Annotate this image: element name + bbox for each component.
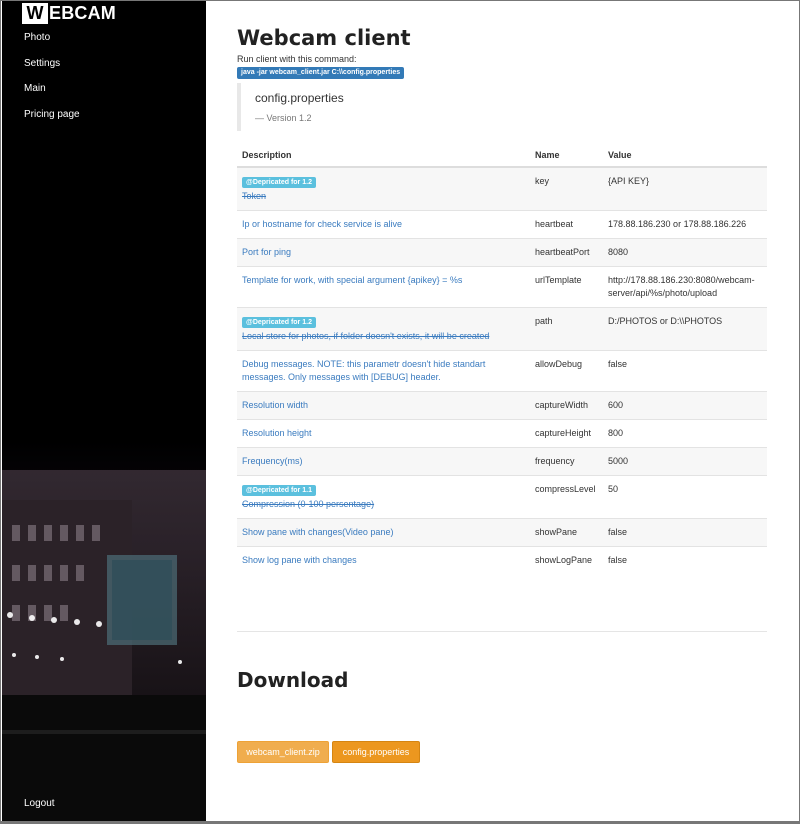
property-name-cell: compressLevel [530, 475, 603, 519]
nav-settings-link[interactable]: Settings [24, 57, 80, 83]
deprecated-badge: @Depricated for 1.2 [242, 177, 316, 188]
property-value-cell: false [603, 350, 767, 392]
deprecated-badge: @Depricated for 1.2 [242, 317, 316, 328]
download-zip-button[interactable]: webcam_client.zip [237, 741, 329, 763]
property-value-cell: 50 [603, 475, 767, 519]
description-text: Show log pane with changes [242, 555, 357, 565]
table-row: Frequency(ms) frequency 5000 [237, 447, 767, 476]
table-row: Template for work, with special argument… [237, 266, 767, 308]
table-row: Show pane with changes(Video pane) showPa… [237, 518, 767, 547]
description-cell: @Depricated for 1.2 Local store for photo… [237, 307, 530, 351]
nav-photo-link[interactable]: Photo [24, 31, 80, 57]
sidebar: W EBCAM Photo Settings Main Pricing page… [2, 0, 206, 821]
deprecated-badge: @Depricated for 1.1 [242, 485, 316, 496]
table-row: @Depricated for 1.2 Local store for photo… [237, 307, 767, 351]
property-name-cell: path [530, 307, 603, 351]
property-value-cell: 800 [603, 419, 767, 448]
description-text: Show pane with changes(Video pane) [242, 527, 394, 537]
table-row: @Depricated for 1.2 Token key {API KEY} [237, 166, 767, 211]
property-value-cell: 178.88.186.230 or 178.88.186.226 [603, 210, 767, 239]
config-blockquote: config.properties — Version 1.2 [237, 83, 767, 131]
description-cell: Debug messages. NOTE: this parametr does… [237, 350, 530, 392]
description-text: Template for work, with special argument… [242, 275, 463, 285]
property-name-cell: captureHeight [530, 419, 603, 448]
properties-table-body: @Depricated for 1.2 Token key {API KEY} Ip o… [237, 166, 767, 574]
description-text: Resolution width [242, 400, 309, 410]
nav-pricing-link[interactable]: Pricing page [24, 108, 80, 134]
download-title: Download [237, 668, 349, 692]
description-cell: @Depricated for 1.2 Token [237, 166, 530, 211]
section-divider [237, 631, 767, 632]
property-value-cell: false [603, 518, 767, 547]
properties-table: Description Name Value @Depricated for 1… [237, 144, 767, 574]
description-text: Port for ping [242, 247, 292, 257]
table-row: Resolution width captureWidth 600 [237, 391, 767, 420]
property-name-cell: showLogPane [530, 546, 603, 574]
description-text: Compression (0-100 persentage) [242, 499, 375, 509]
description-text: Debug messages. NOTE: this parametr does… [242, 359, 486, 382]
description-text: Resolution height [242, 428, 312, 438]
quote-footer: — Version 1.2 [255, 113, 312, 123]
description-text: Local store for photos, if folder doesn'… [242, 331, 490, 341]
description-text: Ip or hostname for check service is aliv… [242, 219, 403, 229]
header-description: Description [237, 144, 530, 168]
run-instructions: Run client with this command: [237, 54, 357, 64]
description-cell: Port for ping [237, 238, 530, 267]
property-value-cell: http://178.88.186.230:8080/webcam-server… [603, 266, 767, 308]
property-value-cell: {API KEY} [603, 166, 767, 211]
table-header-row: Description Name Value [237, 144, 767, 168]
property-value-cell: 5000 [603, 447, 767, 476]
property-name-cell: captureWidth [530, 391, 603, 420]
quote-title: config.properties [255, 91, 344, 105]
table-row: @Depricated for 1.1 Compression (0-100 pe… [237, 475, 767, 519]
property-name-cell: showPane [530, 518, 603, 547]
nav-main-link[interactable]: Main [24, 82, 80, 108]
sidebar-nav: Photo Settings Main Pricing page [24, 31, 80, 133]
property-name-cell: allowDebug [530, 350, 603, 392]
table-row: Resolution height captureHeight 800 [237, 419, 767, 448]
page-title: Webcam client [237, 26, 411, 50]
property-value-cell: 600 [603, 391, 767, 420]
property-name-cell: heartbeatPort [530, 238, 603, 267]
header-value: Value [603, 144, 767, 168]
description-cell: Ip or hostname for check service is aliv… [237, 210, 530, 239]
description-text: Frequency(ms) [242, 456, 303, 466]
table-row: Ip or hostname for check service is aliv… [237, 210, 767, 239]
description-cell: Show pane with changes(Video pane) [237, 518, 530, 547]
property-value-cell: 8080 [603, 238, 767, 267]
description-cell: @Depricated for 1.1 Compression (0-100 pe… [237, 475, 530, 519]
property-name-cell: heartbeat [530, 210, 603, 239]
property-name-cell: urlTemplate [530, 266, 603, 308]
table-row: Debug messages. NOTE: this parametr does… [237, 350, 767, 392]
description-cell: Template for work, with special argument… [237, 266, 530, 308]
logout-link[interactable]: Logout [24, 798, 55, 809]
description-cell: Resolution width [237, 391, 530, 420]
property-value-cell: D:/PHOTOS or D:\\PHOTOS [603, 307, 767, 351]
header-name: Name [530, 144, 603, 168]
description-cell: Show log pane with changes [237, 546, 530, 574]
property-name-cell: key [530, 166, 603, 211]
description-text: Token [242, 191, 267, 201]
command-badge: java -jar webcam_client.jar C:\\config.p… [237, 67, 405, 79]
download-config-button[interactable]: config.properties [332, 741, 420, 763]
property-name-cell: frequency [530, 447, 603, 476]
table-row: Port for ping heartbeatPort 8080 [237, 238, 767, 267]
property-value-cell: false [603, 546, 767, 574]
description-cell: Resolution height [237, 419, 530, 448]
logo-text: EBCAM [49, 3, 116, 23]
logo-letter: W [22, 3, 48, 24]
webcam-logo[interactable]: W EBCAM [22, 3, 116, 24]
table-row: Show log pane with changes showLogPane fal… [237, 546, 767, 574]
description-cell: Frequency(ms) [237, 447, 530, 476]
city-night-photo [2, 440, 206, 821]
